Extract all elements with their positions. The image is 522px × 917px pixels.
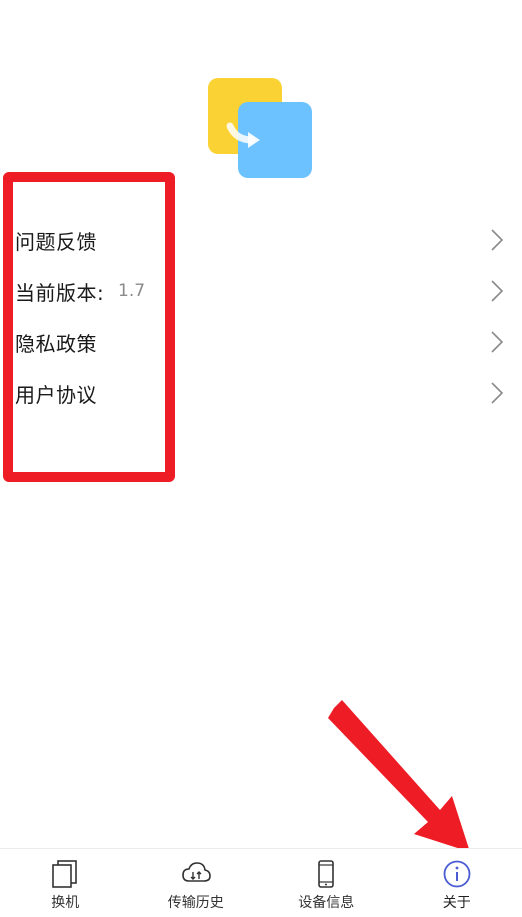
menu-item-label: 问题反馈 [15,229,97,254]
menu-item-privacy-policy[interactable]: 隐私政策 [0,317,522,367]
chevron-right-icon [491,382,504,404]
menu-item-user-agreement[interactable]: 用户协议 [0,368,522,418]
bottom-tab-bar: 换机 传输历史 设备信息 关于 [0,848,522,917]
tab-label: 传输历史 [167,895,224,911]
chevron-right-icon [491,331,504,353]
menu-item-label: 用户协议 [15,382,97,407]
chevron-right-icon [491,280,504,302]
tab-label: 设备信息 [298,895,355,911]
tab-switch-phone[interactable]: 换机 [0,849,131,917]
arrow-annotation-icon [328,700,470,852]
chevron-right-icon [491,229,504,251]
phone-icon [318,860,335,888]
tab-transfer-history[interactable]: 传输历史 [131,849,262,917]
menu-item-label: 当前版本: [15,280,105,305]
app-logo [208,78,312,178]
about-screen: 问题反馈 当前版本: 1.7 隐私政策 用户协议 换机 传输历史 设备信息 关于 [0,0,522,917]
copy-icon [52,860,78,888]
version-value: 1.7 [118,281,146,301]
cloud-transfer-icon [181,862,211,882]
menu-item-version[interactable]: 当前版本: 1.7 [0,266,522,316]
info-icon [443,860,471,888]
menu-item-feedback[interactable]: 问题反馈 [0,215,522,265]
menu-item-label: 隐私政策 [15,331,97,356]
tab-label: 关于 [442,895,471,911]
tab-device-info[interactable]: 设备信息 [261,849,392,917]
tab-about[interactable]: 关于 [392,849,522,917]
tab-label: 换机 [51,895,80,911]
